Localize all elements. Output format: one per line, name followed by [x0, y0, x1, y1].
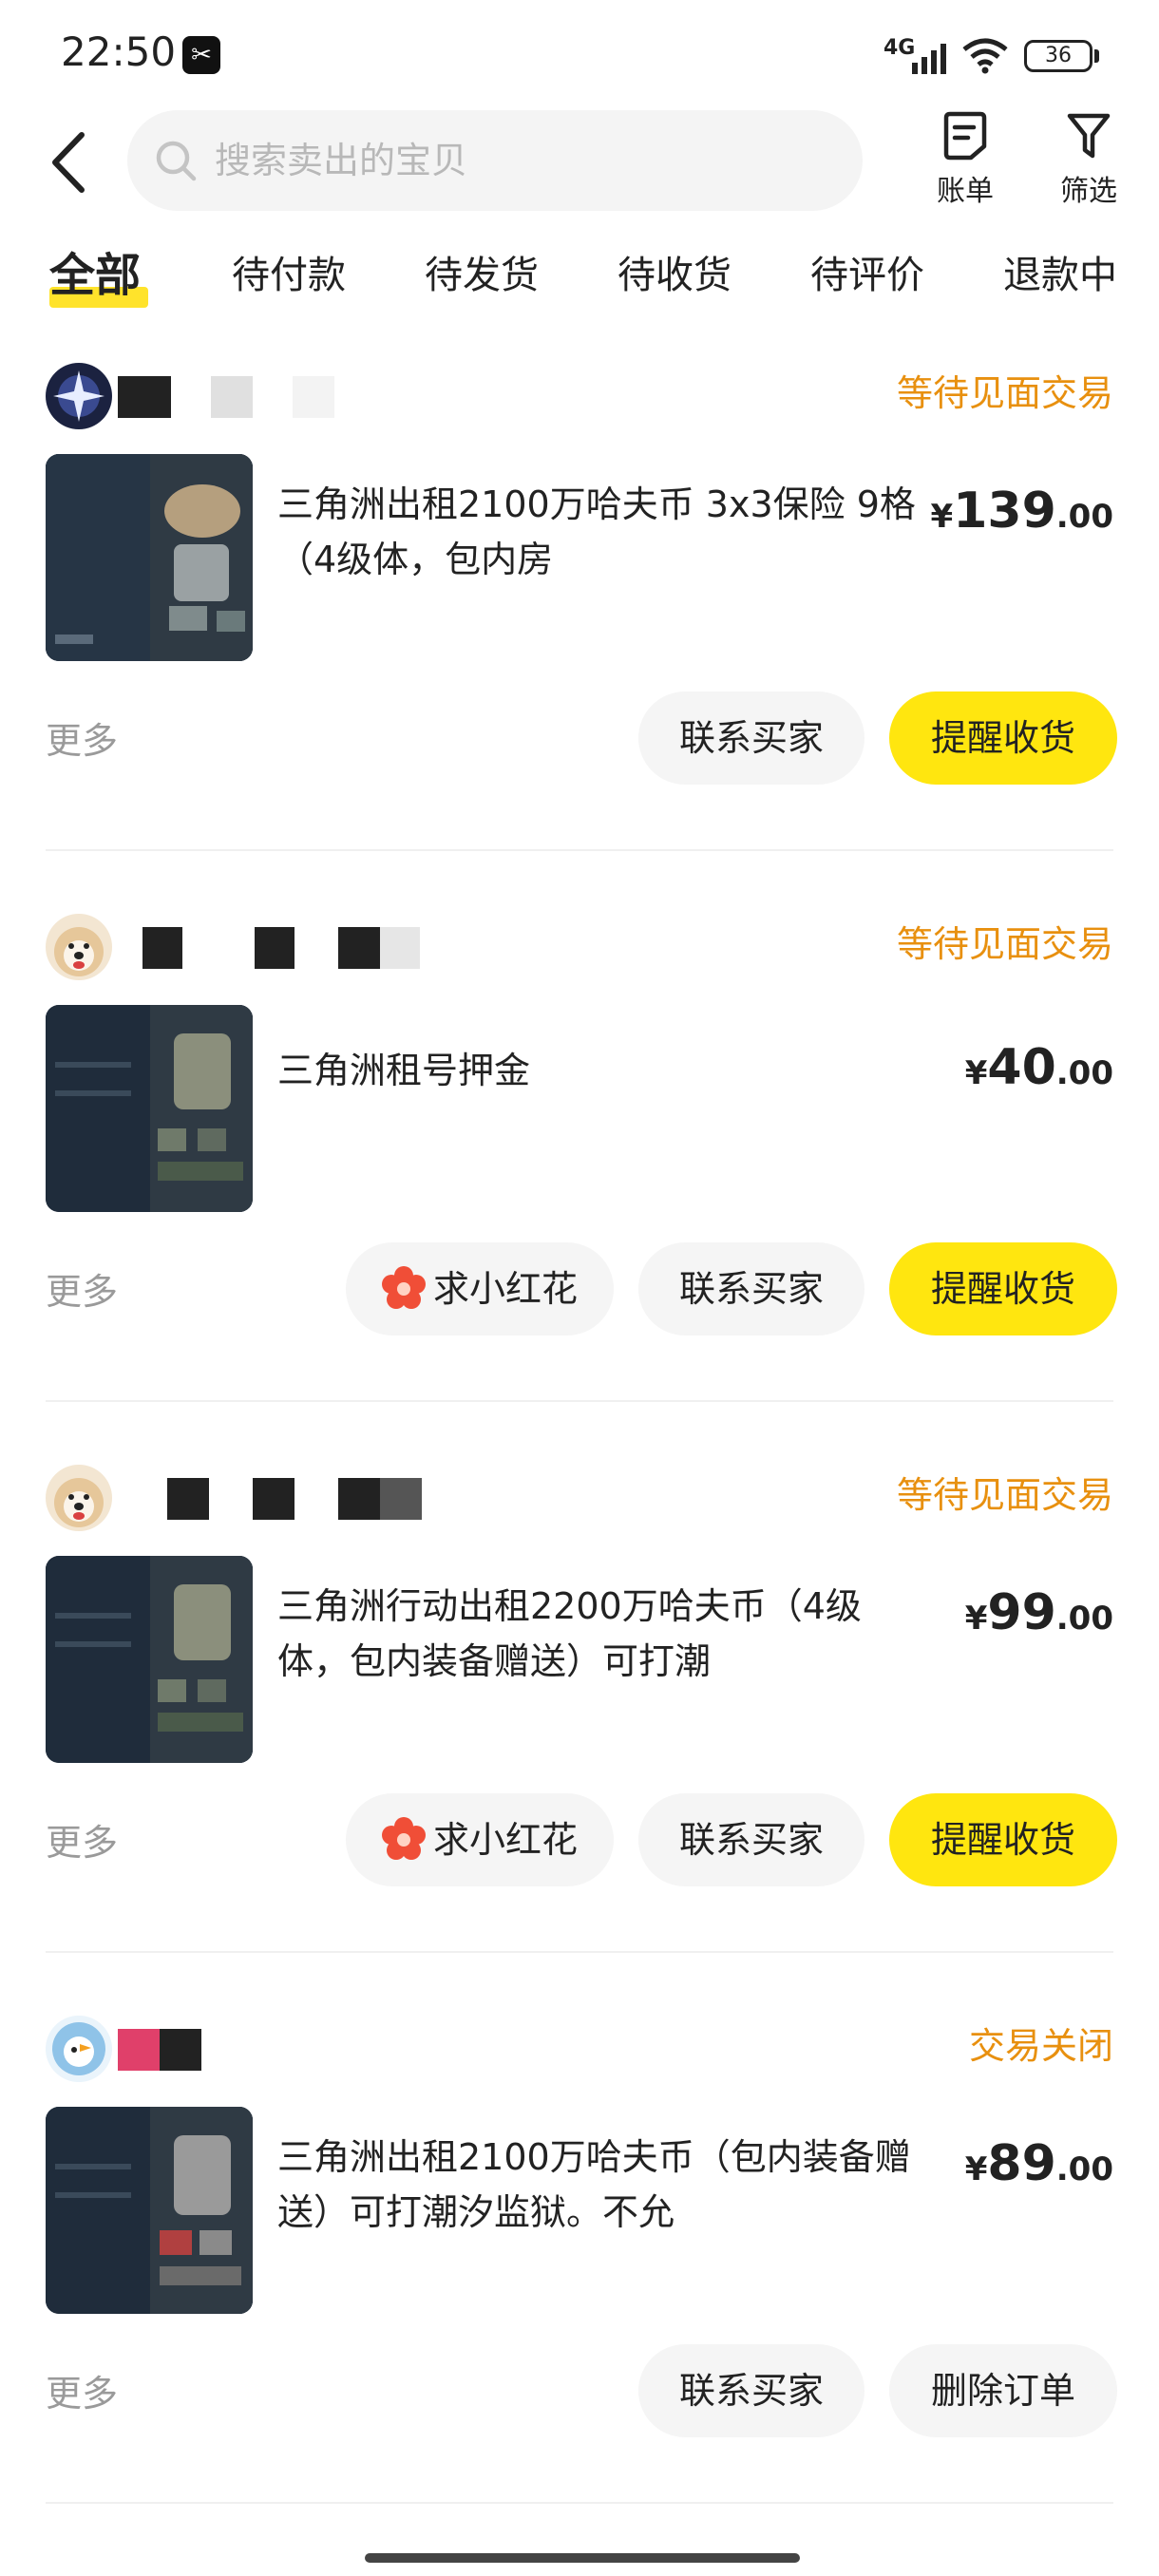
avatar[interactable] [46, 2016, 112, 2082]
home-indicator[interactable] [365, 2553, 800, 2563]
product-title[interactable]: 三角洲出租2100万哈夫币（包内装备赠送）可打潮汐监狱。不允 [277, 2130, 933, 2240]
request-red-flower-button[interactable]: 求小红花 [346, 1793, 614, 1886]
more-button[interactable]: 更多 [46, 1265, 118, 1318]
order-tabs: 全部 待付款 待发货 待收货 待评价 退款中 [0, 249, 1159, 315]
cell-signal-icon [912, 44, 946, 74]
product-thumbnail[interactable] [46, 1556, 253, 1763]
product-thumbnail[interactable] [46, 1005, 253, 1212]
filter-button[interactable]: 筛选 [1041, 110, 1136, 215]
order-card[interactable]: 交易关闭 三角洲出租2100万哈夫币（包内装备赠送）可打潮汐监狱。不允 ¥89.… [0, 2006, 1159, 2555]
tab-all[interactable]: 全部 [49, 249, 141, 302]
contact-buyer-button[interactable]: 联系买家 [638, 1242, 864, 1335]
order-status: 等待见面交易 [896, 372, 1113, 414]
contact-buyer-button[interactable]: 联系买家 [638, 2344, 864, 2437]
order-card[interactable]: 等待见面交易 三角洲行动出租2200万哈夫币（4级体，包内装备赠送）可打潮 ¥9… [0, 1455, 1159, 2004]
remind-receipt-button[interactable]: 提醒收货 [889, 1793, 1117, 1886]
network-type: 4G [884, 36, 916, 60]
contact-buyer-button[interactable]: 联系买家 [638, 1793, 864, 1886]
request-red-flower-button[interactable]: 求小红花 [346, 1242, 614, 1335]
order-card[interactable]: 等待见面交易 三角洲出租2100万哈夫币 3x3保险 9格（4级体，包内房 ¥1… [0, 353, 1159, 902]
search-placeholder: 搜索卖出的宝贝 [215, 140, 468, 181]
remind-receipt-button[interactable]: 提醒收货 [889, 1242, 1117, 1335]
tab-refunding[interactable]: 退款中 [1003, 249, 1117, 302]
avatar[interactable] [46, 1465, 112, 1531]
divider [46, 849, 1113, 851]
divider [46, 2502, 1113, 2504]
wifi-icon [962, 38, 1008, 74]
avatar[interactable] [46, 914, 112, 980]
order-card[interactable]: 等待见面交易 三角洲租号押金 ¥40.00 更多 求小红花 联系买家 提醒收货 [0, 904, 1159, 1453]
tab-pending-review[interactable]: 待评价 [810, 249, 924, 302]
tab-pending-shipment[interactable]: 待发货 [425, 249, 539, 302]
order-status: 交易关闭 [968, 2025, 1113, 2067]
product-title[interactable]: 三角洲出租2100万哈夫币 3x3保险 9格（4级体，包内房 [277, 477, 933, 587]
tab-pending-receipt[interactable]: 待收货 [618, 249, 732, 302]
battery-icon: 36 [1024, 40, 1092, 72]
more-button[interactable]: 更多 [46, 1816, 118, 1869]
red-flower-icon [381, 1265, 426, 1309]
product-title[interactable]: 三角洲租号押金 [277, 1043, 933, 1098]
product-thumbnail[interactable] [46, 454, 253, 661]
search-input[interactable]: 搜索卖出的宝贝 [127, 110, 863, 211]
clock: 22:50 [61, 28, 177, 75]
red-flower-icon [381, 1816, 426, 1860]
avatar[interactable] [46, 363, 112, 429]
search-icon [156, 141, 197, 181]
tab-pending-payment[interactable]: 待付款 [232, 249, 346, 302]
product-price: ¥99.00 [964, 1584, 1113, 1641]
more-button[interactable]: 更多 [46, 2367, 118, 2420]
filter-label: 筛选 [1060, 175, 1117, 208]
back-arrow-icon[interactable] [46, 129, 93, 196]
capcut-notification-icon: ✂ [182, 36, 220, 74]
remind-receipt-button[interactable]: 提醒收货 [889, 691, 1117, 785]
bill-icon [943, 111, 987, 161]
filter-icon [1067, 113, 1111, 159]
divider [46, 1400, 1113, 1402]
more-button[interactable]: 更多 [46, 714, 118, 767]
product-title[interactable]: 三角洲行动出租2200万哈夫币（4级体，包内装备赠送）可打潮 [277, 1579, 933, 1689]
status-bar: 22:50 ✂ 4G 36 [0, 0, 1159, 114]
contact-buyer-button[interactable]: 联系买家 [638, 691, 864, 785]
divider [46, 1951, 1113, 1953]
bill-label: 账单 [937, 175, 994, 208]
product-thumbnail[interactable] [46, 2107, 253, 2314]
bill-button[interactable]: 账单 [918, 110, 1013, 215]
product-price: ¥40.00 [964, 1039, 1113, 1096]
product-price: ¥89.00 [964, 2135, 1113, 2192]
order-status: 等待见面交易 [896, 923, 1113, 965]
order-status: 等待见面交易 [896, 1474, 1113, 1516]
product-price: ¥139.00 [930, 483, 1113, 540]
delete-order-button[interactable]: 删除订单 [889, 2344, 1117, 2437]
